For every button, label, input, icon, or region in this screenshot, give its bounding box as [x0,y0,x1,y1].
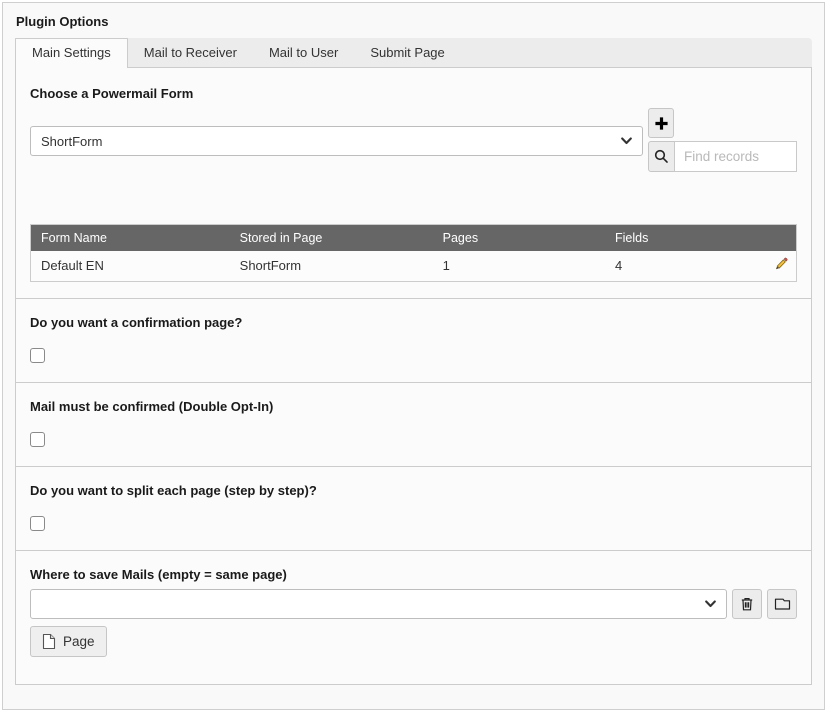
find-records-group [648,141,797,172]
save-mails-label: Where to save Mails (empty = same page) [30,567,797,582]
clear-selection-button[interactable] [732,589,762,619]
page-button[interactable]: Page [30,626,107,657]
col-header-stored-in-page: Stored in Page [230,225,433,251]
tab-bar: Main Settings Mail to Receiver Mail to U… [15,38,812,67]
col-header-fields: Fields [605,225,758,251]
plugin-options-fieldset: Plugin Options Main Settings Mail to Rec… [2,2,825,710]
split-pages-checkbox[interactable] [30,516,45,531]
browse-pages-button[interactable] [767,589,797,619]
powermail-form-select[interactable]: ShortForm [30,126,643,156]
confirmation-page-section: Do you want a confirmation page? [16,298,811,382]
cell-pages: 1 [433,251,605,282]
confirmation-page-label: Do you want a confirmation page? [30,315,797,330]
page-icon [42,633,56,650]
add-record-button[interactable] [648,108,674,138]
double-opt-in-section: Mail must be confirmed (Double Opt-In) [16,382,811,466]
page-button-label: Page [63,634,95,649]
table-header-row: Form Name Stored in Page Pages Fields [31,225,797,251]
save-mails-section: Where to save Mails (empty = same page) [16,550,811,684]
choose-form-label: Choose a Powermail Form [30,86,797,101]
col-header-actions [758,225,796,251]
split-pages-section: Do you want to split each page (step by … [16,466,811,550]
search-icon [654,149,669,164]
search-button[interactable] [648,141,675,172]
chevron-down-icon [621,137,632,145]
tab-submit-page[interactable]: Submit Page [354,38,460,67]
split-pages-label: Do you want to split each page (step by … [30,483,797,498]
plus-icon [654,116,669,131]
double-opt-in-checkbox[interactable] [30,432,45,447]
save-mails-row [30,589,797,619]
folder-icon [774,596,791,611]
cell-stored-in-page: ShortForm [230,251,433,282]
double-opt-in-label: Mail must be confirmed (Double Opt-In) [30,399,797,414]
forms-table: Form Name Stored in Page Pages Fields De… [30,224,797,282]
tab-content-panel: Choose a Powermail Form ShortForm [15,67,812,685]
record-toolbox [648,108,797,172]
cell-fields: 4 [605,251,758,282]
cell-form-name: Default EN [31,251,230,282]
table-row: Default EN ShortForm 1 4 [31,251,797,282]
trash-icon [739,596,755,612]
tab-main-settings[interactable]: Main Settings [15,38,128,68]
powermail-form-select-value: ShortForm [41,134,102,149]
page-title: Plugin Options [16,14,812,29]
find-records-input[interactable] [674,141,797,172]
chevron-down-icon [705,600,716,608]
edit-pencil-icon [773,257,788,272]
tab-mail-to-receiver[interactable]: Mail to Receiver [128,38,253,67]
tab-mail-to-user[interactable]: Mail to User [253,38,354,67]
form-select-row: ShortForm [30,117,797,172]
col-header-form-name: Form Name [31,225,230,251]
choose-form-section: Choose a Powermail Form ShortForm [16,68,811,298]
edit-record-button[interactable] [773,257,788,272]
col-header-pages: Pages [433,225,605,251]
save-mails-select[interactable] [30,589,727,619]
confirmation-page-checkbox[interactable] [30,348,45,363]
